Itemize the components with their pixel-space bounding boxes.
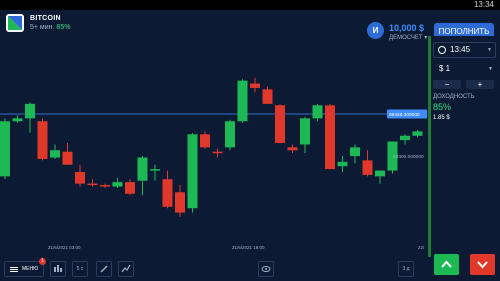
candle-body (237, 80, 248, 122)
candle-body (250, 83, 260, 88)
decrease-amount-button[interactable]: − (433, 80, 461, 89)
candles-icon (54, 265, 62, 272)
app-logo[interactable] (6, 14, 24, 32)
current-price-label: 69448.300000 (389, 112, 420, 118)
candle-body (350, 147, 360, 157)
candle-body (137, 157, 148, 181)
expiry-time: 13:45 (450, 45, 471, 54)
yield-amount: 1.85 $ (433, 115, 450, 121)
candle-body (312, 105, 323, 119)
candle-body (275, 105, 285, 143)
top-bar: BITCOIN 5+ мин. 85% И 10,000 $ ДЕМОСЧЕТ … (0, 10, 500, 41)
asset-payout: 85% (56, 24, 71, 31)
candle-body (50, 150, 60, 158)
asset-name[interactable]: BITCOIN (30, 15, 61, 22)
candle-body (150, 169, 160, 171)
candle-body (87, 183, 98, 186)
candle-body (412, 131, 423, 136)
x-tick-label: 21/6/2021 18:00 (232, 245, 265, 250)
candle-body (25, 103, 35, 119)
candle-body (62, 151, 73, 165)
clock-icon (438, 46, 446, 54)
candle-body (375, 170, 385, 177)
indicators-button[interactable] (118, 261, 134, 277)
candle-body (400, 135, 410, 141)
candle-body (325, 105, 335, 170)
visibility-button[interactable] (258, 261, 274, 277)
menu-label: МЕНЮ (22, 266, 39, 272)
candle-body (300, 118, 310, 145)
candle-body (225, 121, 235, 148)
candle-body (125, 182, 135, 194)
secondary-price-label: 69300.000000 (393, 154, 424, 160)
candle-body (0, 121, 10, 177)
pane-divider (428, 36, 431, 257)
indicator-icon (121, 264, 131, 273)
amount-select[interactable]: $ 1 ▼ (433, 62, 496, 76)
x-tick-label: 22/ (418, 245, 425, 250)
arrow-up-icon (441, 260, 452, 268)
buy-up-button[interactable] (434, 254, 459, 275)
candle-body (75, 172, 85, 184)
pencil-icon (100, 265, 108, 273)
chart-type-button[interactable] (50, 261, 66, 277)
increase-amount-button[interactable]: + (466, 80, 494, 89)
eye-icon (261, 266, 271, 272)
chevron-down-icon: ▼ (488, 66, 493, 72)
timeframe-button[interactable]: 5 с (72, 261, 88, 277)
status-bar: 13:34 (0, 0, 500, 10)
candle-body (287, 147, 298, 151)
status-time: 13:34 (473, 0, 494, 9)
zoom-button[interactable]: 3 д (398, 261, 414, 277)
candle-body (37, 121, 48, 159)
candle-body (362, 160, 373, 175)
candle-body (12, 118, 23, 122)
menu-icon (10, 267, 18, 268)
candle-body (187, 134, 198, 209)
notification-badge: 1 (39, 258, 46, 265)
candle-body (112, 182, 123, 187)
amount-value: $ 1 (439, 64, 451, 73)
bottom-toolbar: МЕНЮ 1 5 с 3 д (0, 258, 428, 281)
balance[interactable]: 10,000 $ (389, 23, 424, 33)
asset-info[interactable]: 5+ мин. 85% (30, 24, 70, 31)
x-tick-label: 21/6/2021 03:00 (48, 245, 81, 250)
candle-body (212, 151, 223, 154)
draw-tool-button[interactable] (96, 261, 112, 277)
yield-percent: 85% (433, 102, 452, 112)
candle-body (100, 185, 110, 187)
candle-body (262, 89, 273, 104)
candle-body (200, 134, 210, 148)
candle-body (162, 179, 173, 207)
menu-button[interactable]: МЕНЮ (4, 261, 44, 277)
price-chart[interactable]: 69448.300000 69300.000000 21/6/2021 03:00 2… (0, 36, 428, 260)
candle-body (337, 161, 348, 167)
chevron-down-icon: ▼ (487, 47, 492, 53)
arrow-down-icon (477, 261, 488, 269)
expiry-time-select[interactable]: 13:45 ▼ (433, 42, 496, 58)
asset-duration: 5+ мин. (30, 24, 55, 31)
candle-body (175, 192, 185, 213)
yield-label: ДОХОДНОСТЬ (433, 94, 475, 100)
sell-down-button[interactable] (470, 254, 495, 275)
